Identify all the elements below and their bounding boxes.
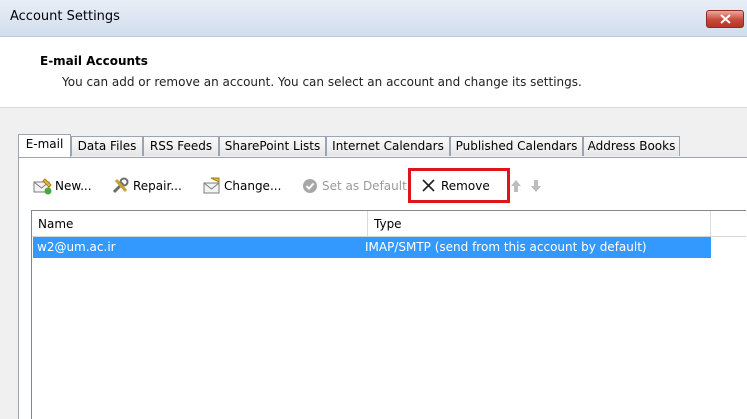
tab-internet-calendars[interactable]: Internet Calendars	[326, 136, 450, 156]
accounts-list[interactable]: Name Type w2@um.ac.ir IMAP/SMTP (send fr…	[31, 210, 746, 419]
new-account-icon	[33, 178, 52, 195]
change-settings-icon	[203, 177, 220, 194]
remove-highlight-box	[408, 168, 510, 203]
set-as-default-label: Set as Default	[322, 179, 407, 193]
tab-sharepoint-lists[interactable]: SharePoint Lists	[219, 136, 326, 156]
column-separator[interactable]	[367, 211, 368, 236]
tab-email[interactable]: E-mail	[18, 134, 71, 157]
header-description: You can add or remove an account. You ca…	[62, 75, 582, 89]
column-separator[interactable]	[710, 211, 711, 236]
column-header-name[interactable]: Name	[38, 217, 73, 231]
title-bar: Account Settings	[0, 0, 747, 37]
table-row[interactable]: w2@um.ac.ir IMAP/SMTP (send from this ac…	[33, 237, 711, 258]
new-button-label: New...	[55, 179, 92, 193]
tab-data-files[interactable]: Data Files	[71, 136, 143, 156]
header-panel: E-mail Accounts You can add or remove an…	[0, 37, 747, 108]
window-title: Account Settings	[10, 9, 120, 24]
move-up-icon[interactable]	[510, 179, 522, 193]
move-down-icon[interactable]	[530, 179, 542, 193]
tab-published-calendars[interactable]: Published Calendars	[450, 136, 583, 156]
new-button[interactable]: New...	[33, 175, 103, 197]
account-name-cell: w2@um.ac.ir	[37, 240, 116, 254]
close-button[interactable]	[706, 10, 744, 28]
header-title: E-mail Accounts	[40, 54, 148, 68]
tab-rss-feeds[interactable]: RSS Feeds	[143, 136, 219, 156]
tab-address-books[interactable]: Address Books	[583, 136, 680, 156]
column-header-type[interactable]: Type	[374, 217, 402, 231]
list-header: Name Type	[32, 211, 746, 237]
repair-button[interactable]: Repair...	[111, 175, 193, 197]
repair-button-label: Repair...	[133, 179, 182, 193]
account-type-cell: IMAP/SMTP (send from this account by def…	[365, 240, 647, 254]
set-as-default-button[interactable]: Set as Default	[302, 175, 407, 197]
close-icon	[720, 14, 731, 24]
change-button-label: Change...	[224, 179, 282, 193]
change-button[interactable]: Change...	[202, 175, 292, 197]
check-circle-icon	[303, 179, 317, 193]
repair-tools-icon	[112, 177, 129, 194]
